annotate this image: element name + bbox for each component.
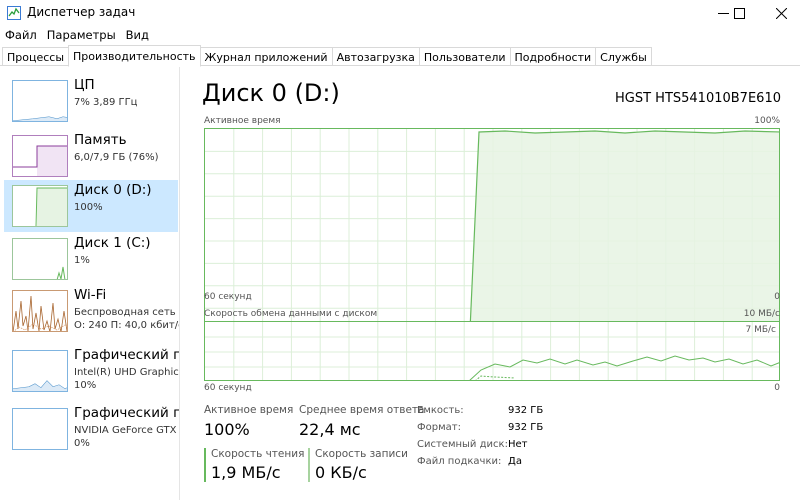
menu-file[interactable]: Файл bbox=[0, 26, 42, 44]
sidebar-item-label: Диск 0 (D:) bbox=[74, 182, 152, 198]
sidebar-item-sub: 10% bbox=[74, 380, 97, 391]
graph1-max: 100% bbox=[754, 116, 780, 126]
close-icon bbox=[775, 7, 787, 19]
window-title: Диспетчер задач bbox=[27, 5, 136, 19]
disk-detail-panel: Диск 0 (D:) HGST HTS541010B7E610 Активно… bbox=[181, 67, 800, 500]
tab-app-history[interactable]: Журнал приложений bbox=[199, 47, 333, 65]
tab-processes[interactable]: Процессы bbox=[2, 47, 70, 65]
sidebar-item-disk0[interactable]: Диск 0 (D:) 100% bbox=[4, 180, 178, 232]
graph2-zero: 0 bbox=[774, 383, 780, 393]
sidebar-item-label: ЦП bbox=[74, 77, 95, 93]
gpu0-thumbnail bbox=[12, 350, 68, 392]
sidebar-item-sub: О: 240 П: 40,0 кбит/с bbox=[74, 320, 180, 331]
prop-pagefile-value: Да bbox=[508, 456, 522, 467]
tab-services[interactable]: Службы bbox=[595, 47, 652, 65]
disk-model: HGST HTS541010B7E610 bbox=[615, 91, 781, 106]
close-button[interactable] bbox=[764, 0, 798, 26]
disk1-thumbnail bbox=[12, 238, 68, 280]
title-bar: Диспетчер задач bbox=[0, 0, 800, 26]
page-title: Диск 0 (D:) bbox=[202, 79, 340, 107]
sidebar-item-sub: 100% bbox=[74, 202, 103, 213]
tab-performance[interactable]: Производительность bbox=[68, 45, 201, 67]
sidebar-item-gpu1[interactable]: Графический про NVIDIA GeForce GTX 10 0% bbox=[4, 403, 179, 455]
menu-view[interactable]: Вид bbox=[121, 26, 154, 44]
graph1-title: Активное время bbox=[204, 116, 281, 126]
task-manager-icon bbox=[7, 6, 21, 20]
sidebar-item-wifi[interactable]: Wi-Fi Беспроводная сеть О: 240 П: 40,0 к… bbox=[4, 285, 180, 337]
write-speed-value: 0 КБ/с bbox=[315, 463, 367, 482]
tab-details[interactable]: Подробности bbox=[509, 47, 597, 65]
graph1-time-span: 60 секунд bbox=[204, 292, 252, 302]
memory-thumbnail bbox=[12, 135, 68, 177]
prop-format-value: 932 ГБ bbox=[508, 422, 544, 433]
avg-response-value: 22,4 мс bbox=[299, 420, 361, 439]
graph1-zero: 0 bbox=[774, 292, 780, 302]
read-speed-label: Скорость чтения bbox=[211, 448, 305, 460]
prop-system-disk-key: Системный диск: bbox=[417, 439, 508, 450]
graph2-max: 10 МБ/с bbox=[743, 309, 780, 319]
sidebar-item-sub: 1% bbox=[74, 255, 90, 266]
transfer-rate-graph bbox=[204, 321, 780, 381]
sidebar-item-label: Память bbox=[74, 132, 127, 148]
sidebar-item-sub: 6,0/7,9 ГБ (76%) bbox=[74, 152, 159, 163]
transfer-rate-plot bbox=[205, 322, 779, 380]
maximize-button[interactable] bbox=[722, 0, 756, 26]
read-speed-value: 1,9 МБ/с bbox=[211, 463, 281, 482]
sidebar-item-cpu[interactable]: ЦП 7% 3,89 ГГц bbox=[4, 75, 178, 127]
maximize-icon bbox=[733, 7, 745, 19]
menu-options[interactable]: Параметры bbox=[42, 26, 121, 44]
active-time-value: 100% bbox=[204, 420, 250, 439]
graph2-time-span: 60 секунд bbox=[204, 383, 252, 393]
prop-capacity-value: 932 ГБ bbox=[508, 405, 544, 416]
disk0-thumbnail bbox=[12, 185, 68, 227]
tab-strip: Процессы Производительность Журнал прило… bbox=[0, 45, 800, 67]
write-speed-marker bbox=[308, 448, 310, 482]
resource-sidebar: ЦП 7% 3,89 ГГц Память 6,0/7,9 ГБ (76%) Д… bbox=[0, 67, 180, 500]
cpu-thumbnail bbox=[12, 80, 68, 122]
write-speed-label: Скорость записи bbox=[315, 448, 408, 460]
prop-format-key: Формат: bbox=[417, 422, 461, 433]
active-time-label: Активное время bbox=[204, 404, 294, 416]
sidebar-item-disk1[interactable]: Диск 1 (C:) 1% bbox=[4, 233, 178, 285]
sidebar-item-sub: 0% bbox=[74, 438, 90, 449]
prop-capacity-key: Емкость: bbox=[417, 405, 464, 416]
sidebar-item-sub: 7% 3,89 ГГц bbox=[74, 97, 138, 108]
sidebar-item-sub: Беспроводная сеть bbox=[74, 307, 176, 318]
prop-system-disk-value: Нет bbox=[508, 439, 528, 450]
sidebar-item-label: Диск 1 (C:) bbox=[74, 235, 151, 251]
sidebar-item-memory[interactable]: Память 6,0/7,9 ГБ (76%) bbox=[4, 130, 178, 182]
sidebar-item-sub: NVIDIA GeForce GTX 10 bbox=[74, 425, 179, 436]
tab-startup[interactable]: Автозагрузка bbox=[331, 47, 420, 65]
graph2-title: Скорость обмена данными с диском bbox=[204, 309, 378, 319]
sidebar-item-gpu0[interactable]: Графический про Intel(R) UHD Graphics 6 … bbox=[4, 345, 180, 397]
avg-response-label: Среднее время ответа bbox=[299, 404, 425, 416]
wifi-thumbnail bbox=[12, 290, 68, 332]
prop-pagefile-key: Файл подкачки: bbox=[417, 456, 502, 467]
sidebar-item-label: Wi-Fi bbox=[74, 287, 107, 303]
read-speed-marker bbox=[204, 448, 206, 482]
menu-bar: Файл Параметры Вид bbox=[0, 26, 154, 44]
sidebar-item-label: Графический про bbox=[74, 405, 179, 421]
tab-users[interactable]: Пользователи bbox=[418, 47, 511, 65]
graph2-inner-max: 7 МБ/с bbox=[745, 325, 776, 335]
sidebar-item-sub: Intel(R) UHD Graphics 6 bbox=[74, 367, 180, 378]
gpu1-thumbnail bbox=[12, 408, 68, 450]
sidebar-item-label: Графический про bbox=[74, 347, 179, 363]
